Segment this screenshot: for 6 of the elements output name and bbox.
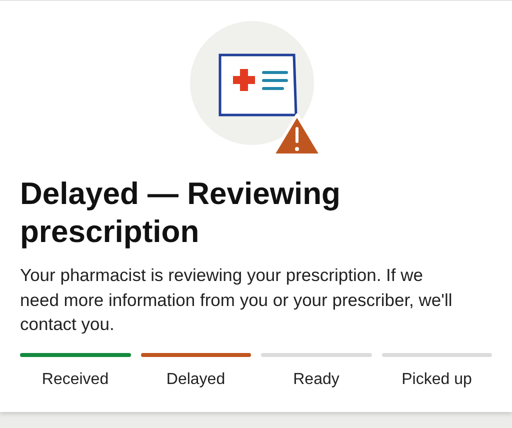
step-label: Picked up [402,370,472,388]
status-title: Delayed — Reviewing prescription [20,175,342,251]
status-message: Your pharmacist is reviewing your prescription. If we need more information from you or your prescriber, we'll contact you. [20,264,454,336]
step-label: Delayed [166,370,226,388]
step-label: Ready [293,370,340,388]
step-label: Received [42,370,109,388]
